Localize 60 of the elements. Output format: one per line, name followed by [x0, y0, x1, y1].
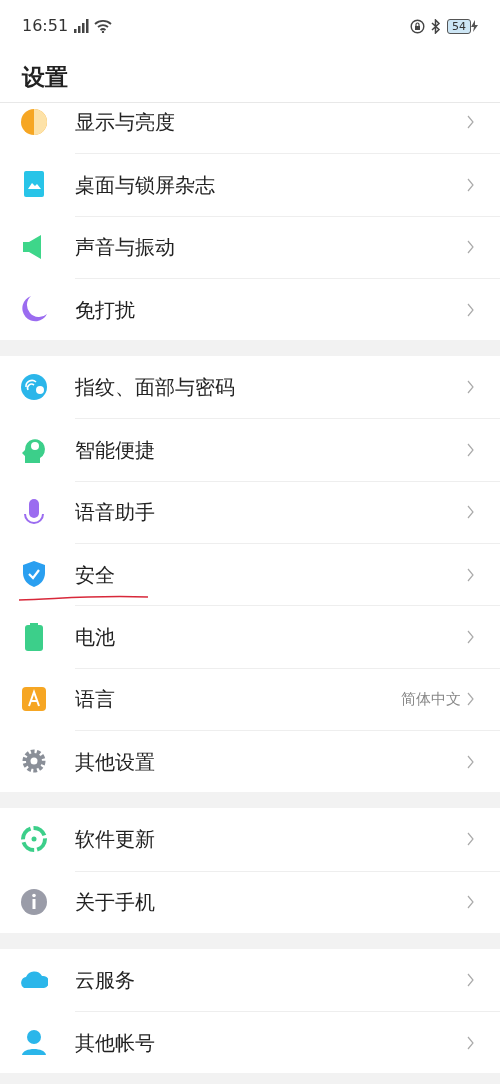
refresh-icon	[19, 825, 48, 854]
item-value: 简体中文	[401, 689, 461, 711]
settings-item[interactable]: 软件更新	[0, 808, 500, 871]
settings-item[interactable]: 其他帐号	[0, 1011, 500, 1074]
settings-item[interactable]: 语音助手	[0, 480, 500, 544]
page-title: 设置	[22, 62, 68, 92]
item-label: 语音助手	[75, 499, 156, 527]
chevron-icon	[467, 443, 474, 458]
chevron-icon	[467, 567, 474, 582]
item-label: 智能便捷	[75, 437, 156, 465]
settings-item[interactable]: 安全	[0, 543, 500, 606]
chevron-icon	[467, 1035, 474, 1050]
item-label: 安全	[75, 561, 116, 589]
item-label: 显示与亮度	[75, 109, 176, 137]
settings-item[interactable]: 免打扰	[0, 277, 500, 341]
item-label: 软件更新	[75, 826, 156, 854]
wifi-icon	[94, 19, 113, 33]
item-label: 免打扰	[75, 296, 136, 324]
settings-item[interactable]: 其他设置	[0, 729, 500, 793]
item-label: 关于手机	[75, 889, 156, 917]
status-time: 16:51	[22, 15, 69, 37]
fingerprint-icon	[19, 373, 48, 402]
item-label: 电池	[75, 624, 116, 651]
item-label: 其他帐号	[75, 1029, 156, 1057]
chevron-icon	[467, 895, 474, 910]
settings-item[interactable]: 显示与亮度	[0, 103, 500, 154]
chevron-icon	[467, 630, 474, 644]
settings-item[interactable]: 声音与振动	[0, 215, 500, 278]
chevron-icon	[467, 115, 474, 130]
chevron-icon	[467, 832, 474, 847]
battery-level: 54	[447, 18, 471, 34]
settings-item[interactable]: 电池	[0, 605, 500, 668]
item-label: 云服务	[75, 967, 136, 994]
settings-item[interactable]: 语言 简体中文	[0, 667, 500, 730]
rotation-lock-icon	[410, 18, 425, 34]
settings-item[interactable]: 关于手机	[0, 870, 500, 933]
settings-item[interactable]: 指纹、面部与密码	[0, 356, 500, 419]
chevron-icon	[467, 240, 474, 255]
item-label: 声音与振动	[75, 234, 176, 262]
settings-item[interactable]: 智能便捷	[0, 418, 500, 481]
moon-icon	[19, 295, 48, 324]
sun-half-icon	[19, 108, 48, 137]
letter-a-icon	[19, 684, 48, 713]
info-icon	[19, 887, 48, 916]
person-icon	[19, 1028, 48, 1057]
chevron-icon	[467, 505, 474, 520]
item-label: 其他设置	[75, 748, 156, 776]
chevron-icon	[467, 302, 474, 317]
item-label: 指纹、面部与密码	[75, 374, 236, 402]
chevron-icon	[467, 380, 474, 395]
bluetooth-icon	[431, 18, 441, 34]
item-label: 语言	[75, 686, 116, 714]
chevron-icon	[467, 754, 474, 769]
item-label: 桌面与锁屏杂志	[75, 171, 216, 199]
chevron-icon	[467, 692, 474, 707]
settings-item[interactable]: 桌面与锁屏杂志	[0, 153, 500, 216]
settings-item[interactable]: 云服务	[0, 948, 500, 1012]
chevron-icon	[467, 177, 474, 192]
chevron-icon	[467, 973, 474, 987]
signal-icon	[73, 19, 90, 33]
